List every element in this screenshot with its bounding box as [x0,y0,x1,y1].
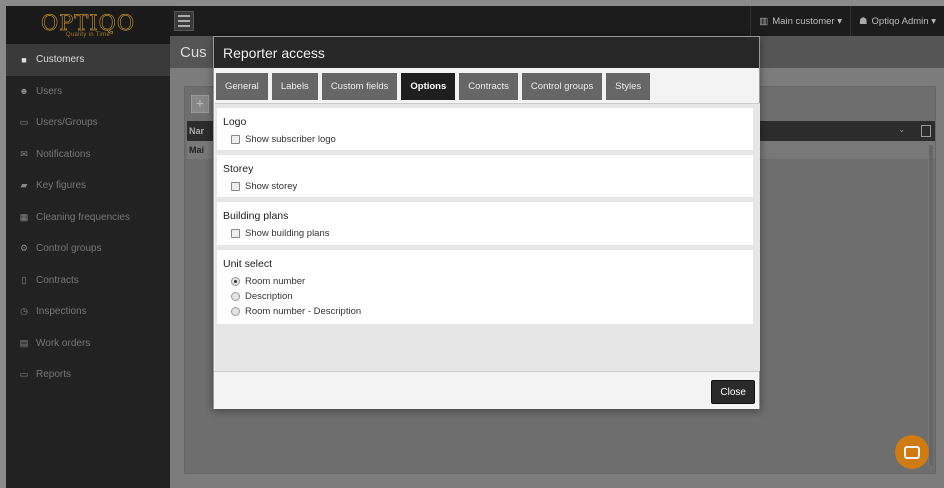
section-title: Storey [223,163,254,175]
building-icon: ▥ [759,15,769,27]
sidebar-item-cleaning-frequencies[interactable]: ▦ Cleaning frequencies [6,202,170,234]
user-menu-label: Optiqo Admin [871,15,929,27]
sidebar-nav: ■ Customers ☻ Users ▭ Users/Groups ✉ Not… [6,44,170,391]
envelope-icon: ✉ [20,148,28,159]
show-subscriber-logo-checkbox[interactable] [231,135,240,144]
top-bar-right: ▥ Main customer ▾ ☗ Optiqo Admin ▾ [750,6,944,36]
modal-body: Logo Show subscriber logo Storey Show st… [215,103,760,371]
reporter-access-modal: Reporter access General Labels Custom fi… [213,36,760,409]
storey-section: Storey Show storey [217,155,753,197]
section-title: Building plans [223,210,289,222]
modal-footer: Close [214,371,759,409]
briefcase-icon: ■ [21,54,27,65]
logo-section: Logo Show subscriber logo [217,108,753,150]
tab-labels[interactable]: Labels [271,73,318,100]
option-label: Room number - Description [245,306,362,317]
option-label: Show subscriber logo [245,134,336,145]
inbox-icon: ▤ [19,337,29,348]
cogs-icon: ⚙ [19,243,29,254]
sidebar-item-label: Inspections [36,306,87,318]
customer-menu-dropdown[interactable]: ▥ Main customer ▾ [750,6,850,36]
sidebar-item-label: Control groups [36,243,102,255]
unit-select-room-number-option[interactable]: Room number [231,274,747,289]
option-label: Show storey [245,181,298,192]
app-frame: OPTIQO Quality in Time ■ Customers ☻ Use… [6,6,944,488]
book-icon: ▰ [20,180,28,191]
room-number-description-radio[interactable] [231,307,240,316]
users-icon: ☻ [19,86,29,97]
unit-select-description-option[interactable]: Description [231,289,747,304]
logo[interactable]: OPTIQO Quality in Time [6,6,170,44]
tab-general[interactable]: General [216,73,268,100]
sidebar-item-label: Notifications [36,148,91,160]
sidebar-item-label: Work orders [36,337,91,349]
modal-title: Reporter access [214,37,759,68]
monitor-icon: ▭ [19,369,29,380]
sidebar-item-users[interactable]: ☻ Users [6,76,170,108]
sidebar: OPTIQO Quality in Time ■ Customers ☻ Use… [6,6,170,488]
description-radio[interactable] [231,292,240,301]
building-plans-section: Building plans Show building plans [217,202,753,245]
tab-control-groups[interactable]: Control groups [521,73,603,100]
section-title: Logo [223,116,247,128]
vertical-scrollbar[interactable] [928,145,933,465]
customer-menu-label: Main customer [772,15,835,27]
sidebar-item-control-groups[interactable]: ⚙ Control groups [6,233,170,265]
sidebar-item-label: Cleaning frequencies [36,211,130,223]
id-card-icon: ▭ [19,117,29,128]
option-label: Room number [245,276,306,287]
sidebar-item-reports[interactable]: ▭ Reports [6,359,170,391]
option-label: Description [245,291,293,302]
hamburger-menu-icon[interactable] [174,11,194,31]
tab-styles[interactable]: Styles [606,73,651,100]
sidebar-item-work-orders[interactable]: ▤ Work orders [6,328,170,360]
section-title: Unit select [223,258,273,270]
close-button[interactable]: Close [711,380,755,404]
user-icon: ☗ [859,15,868,27]
sidebar-item-label: Users/Groups [36,117,98,129]
sidebar-item-label: Key figures [36,180,87,192]
sidebar-item-label: Customers [36,54,85,66]
sidebar-item-customers[interactable]: ■ Customers [6,44,170,76]
top-bar: ▥ Main customer ▾ ☗ Optiqo Admin ▾ [170,6,944,36]
column-menu-icon[interactable] [921,125,931,137]
show-building-plans-option[interactable]: Show building plans [231,226,747,241]
sidebar-item-inspections[interactable]: ◷ Inspections [6,296,170,328]
logo-wordmark: OPTIQO [40,10,136,35]
tab-contracts[interactable]: Contracts [459,73,518,100]
caret-down-icon: ▾ [928,15,936,27]
sidebar-item-label: Reports [36,369,72,381]
unit-select-section: Unit select Room number Description Room… [217,250,753,324]
sidebar-item-label: Users [36,85,63,97]
show-subscriber-logo-option[interactable]: Show subscriber logo [231,132,747,147]
modal-tabs: General Labels Custom fields Options Con… [216,73,654,100]
calculator-icon: ▦ [19,211,29,222]
room-number-radio[interactable] [231,277,240,286]
sidebar-item-users-groups[interactable]: ▭ Users/Groups [6,107,170,139]
sidebar-item-label: Contracts [36,274,79,286]
tab-custom-fields[interactable]: Custom fields [321,73,398,100]
tab-options[interactable]: Options [401,73,456,100]
chat-support-icon[interactable] [895,435,929,469]
clock-icon: ◷ [20,306,28,317]
show-storey-checkbox[interactable] [231,182,240,191]
chevron-down-icon[interactable]: ⌄ [898,125,905,134]
user-menu-dropdown[interactable]: ☗ Optiqo Admin ▾ [850,6,944,36]
document-icon: ▯ [21,274,27,285]
caret-down-icon: ▾ [834,15,842,27]
sidebar-item-key-figures[interactable]: ▰ Key figures [6,170,170,202]
sidebar-item-notifications[interactable]: ✉ Notifications [6,139,170,171]
show-building-plans-checkbox[interactable] [231,229,240,238]
show-storey-option[interactable]: Show storey [231,179,747,194]
sidebar-item-contracts[interactable]: ▯ Contracts [6,265,170,297]
logo-tagline: Quality in Time [65,31,111,38]
option-label: Show building plans [245,228,330,239]
unit-select-room-number-description-option[interactable]: Room number - Description [231,304,747,319]
add-button[interactable]: + [191,95,209,113]
